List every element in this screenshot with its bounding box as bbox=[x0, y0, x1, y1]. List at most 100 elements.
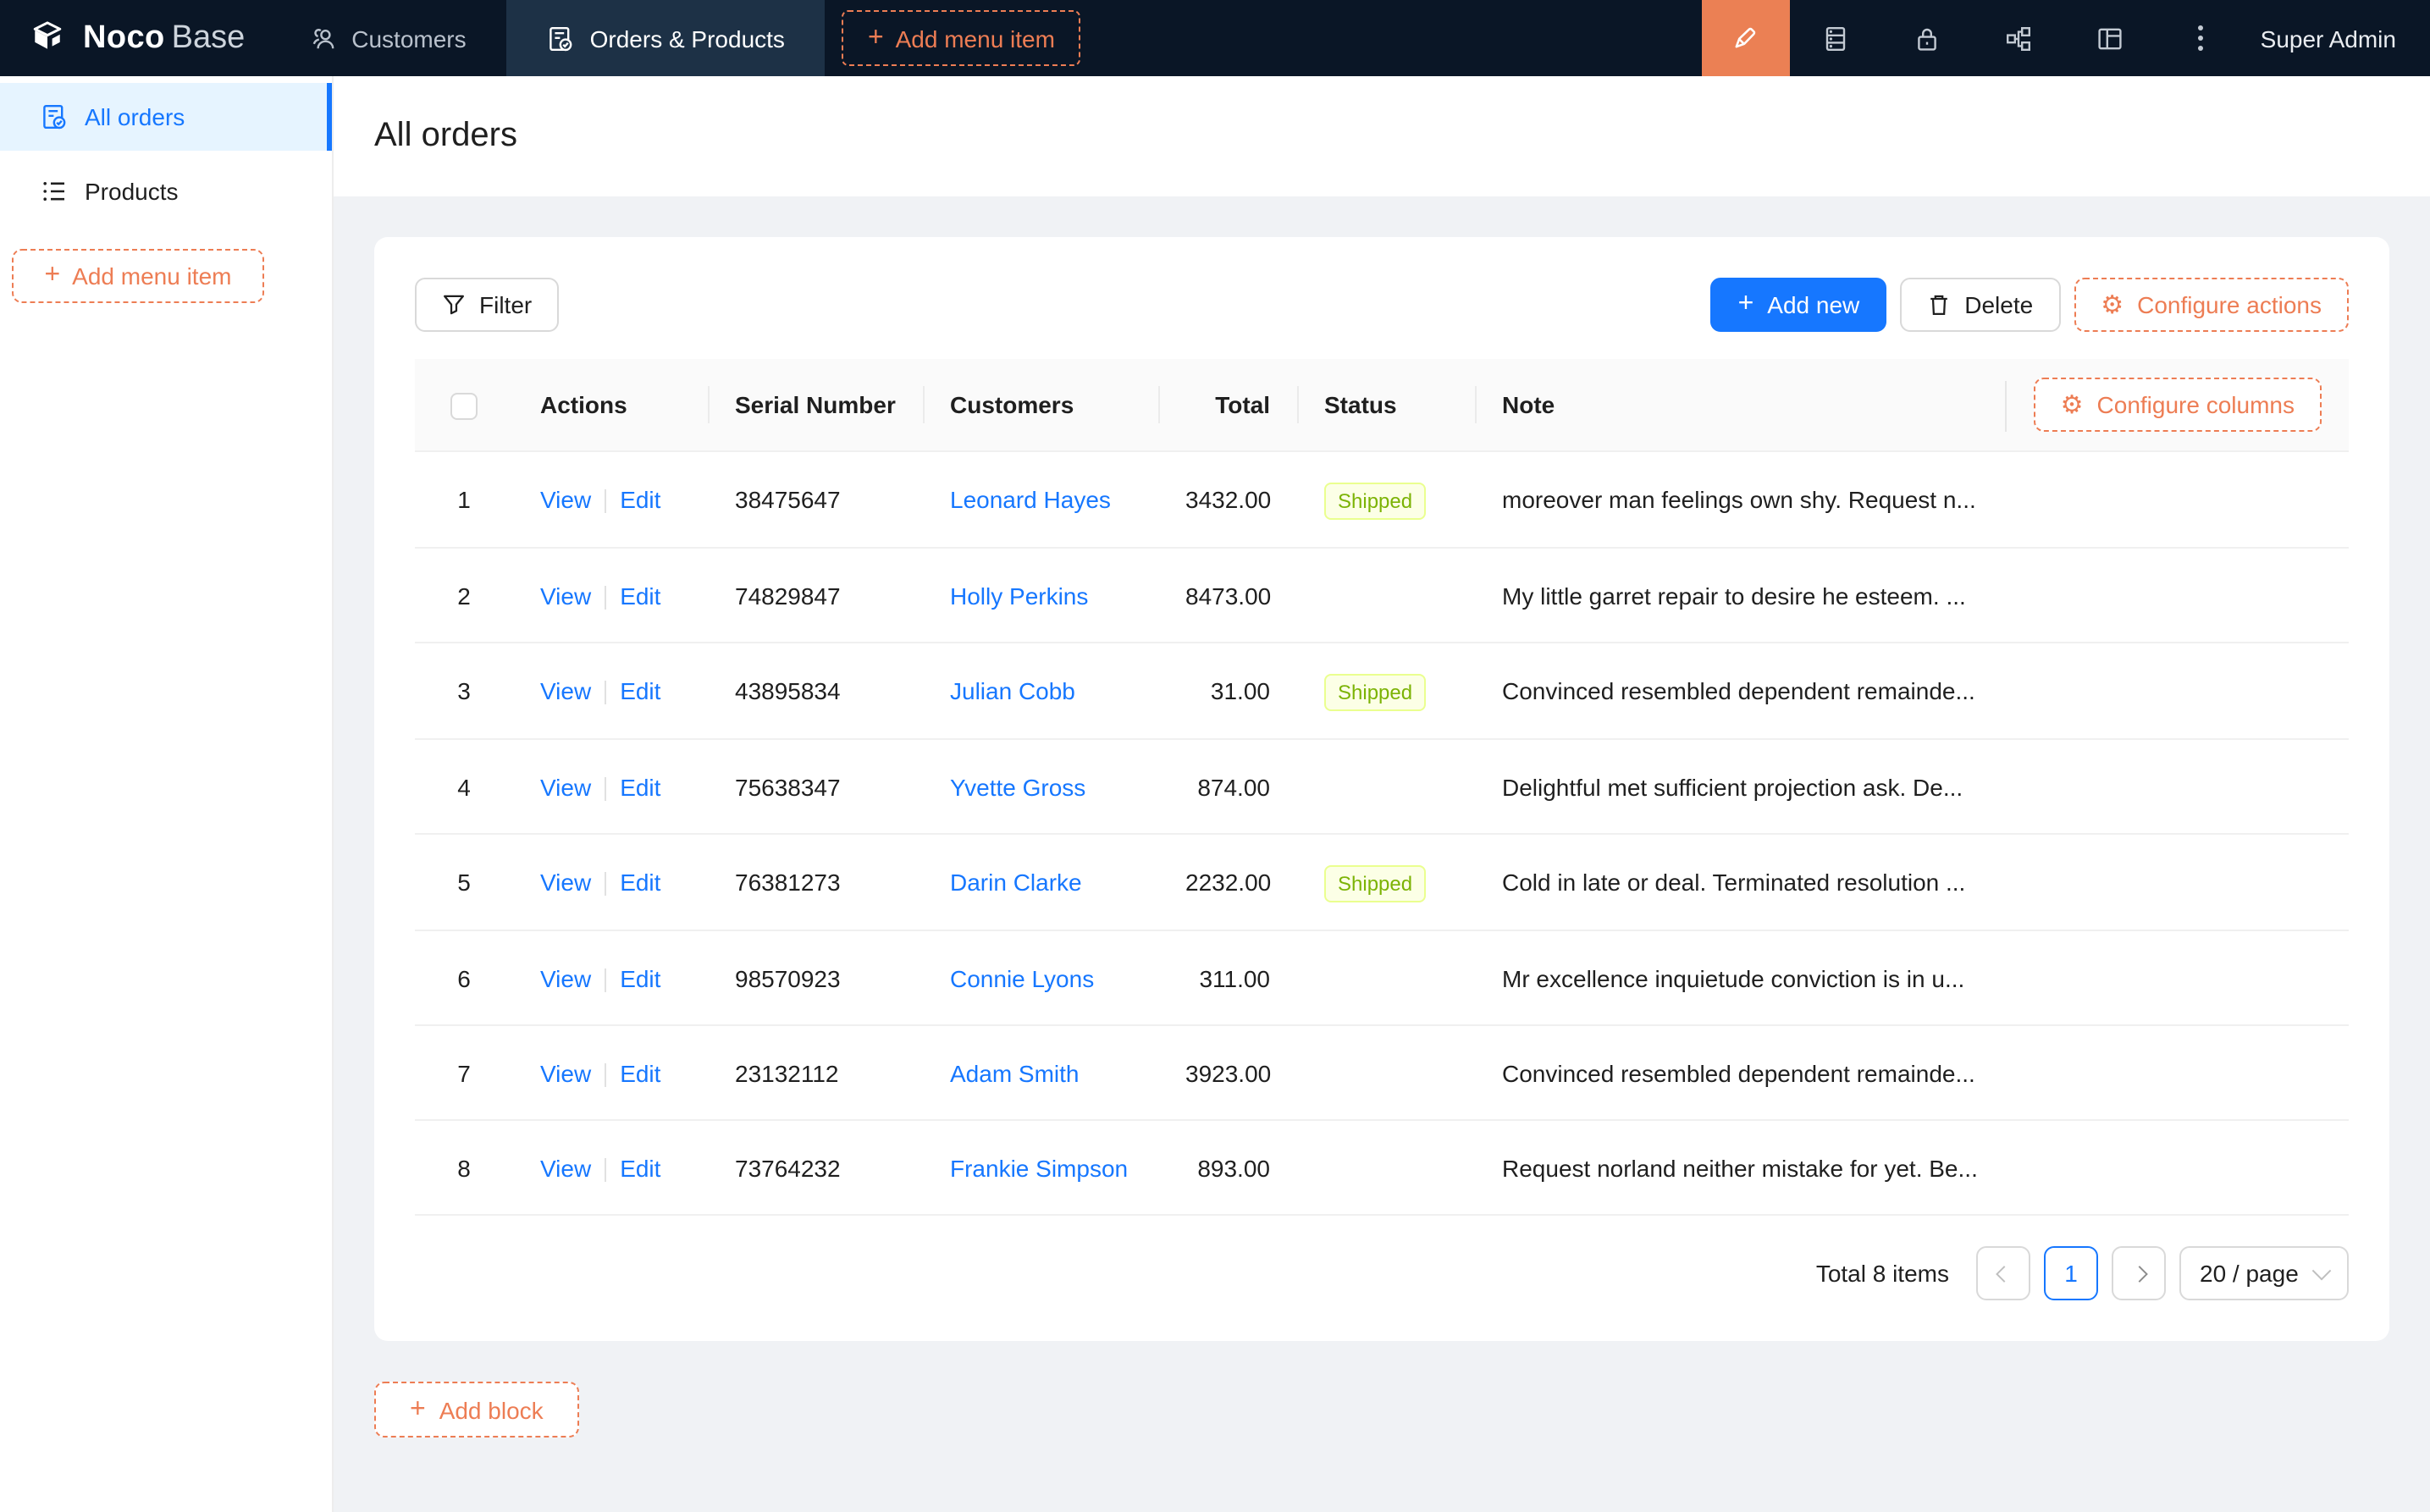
logo-cube-icon bbox=[25, 16, 69, 60]
orders-table-block: Filter + Add new bbox=[374, 237, 2389, 1341]
sidebar-add-menu-item-button[interactable]: + Add menu item bbox=[12, 249, 264, 303]
pagination-next-button[interactable] bbox=[2112, 1246, 2166, 1300]
total-cell: 3923.00 bbox=[1158, 1026, 1297, 1121]
customer-cell: Julian Cobb bbox=[923, 643, 1158, 740]
select-all-checkbox[interactable] bbox=[450, 392, 478, 419]
delete-button[interactable]: Delete bbox=[1900, 278, 2060, 332]
sidebar-add-menu-item-label: Add menu item bbox=[72, 262, 231, 290]
main-area: All orders Filter bbox=[334, 76, 2430, 1512]
lock-button[interactable] bbox=[1881, 0, 1973, 76]
edit-link[interactable]: Edit bbox=[620, 869, 660, 896]
page-size-select[interactable]: 20 / page bbox=[2179, 1246, 2349, 1300]
configure-columns-label: Configure columns bbox=[2097, 391, 2295, 418]
customer-link[interactable]: Adam Smith bbox=[950, 1059, 1080, 1086]
divider bbox=[605, 1063, 606, 1087]
layout-icon bbox=[2096, 25, 2123, 52]
pagination-total: Total 8 items bbox=[1816, 1260, 1949, 1287]
edit-link[interactable]: Edit bbox=[620, 582, 660, 609]
view-link[interactable]: View bbox=[540, 677, 591, 704]
plus-icon: + bbox=[1738, 291, 1754, 318]
layout-button[interactable] bbox=[2064, 0, 2156, 76]
top-navbar: NocoBase Customers bbox=[0, 0, 2430, 76]
table-row: 1 ViewEdit 38475647 Leonard Hayes 3432.0… bbox=[415, 452, 2349, 549]
logo-text-primary: Noco bbox=[83, 19, 165, 57]
serial-number-cell: 43895834 bbox=[708, 643, 923, 740]
column-header-status[interactable]: Status bbox=[1297, 359, 1475, 452]
user-menu[interactable]: Super Admin bbox=[2247, 0, 2430, 76]
edit-link[interactable]: Edit bbox=[620, 486, 660, 513]
divider bbox=[605, 490, 606, 514]
page-size-value: 20 / page bbox=[2200, 1260, 2299, 1287]
table-body: 1 ViewEdit 38475647 Leonard Hayes 3432.0… bbox=[415, 452, 2349, 1216]
database-icon bbox=[1822, 25, 1849, 52]
database-button[interactable] bbox=[1790, 0, 1881, 76]
table-row: 5 ViewEdit 76381273 Darin Clarke 2232.00… bbox=[415, 835, 2349, 931]
view-link[interactable]: View bbox=[540, 773, 591, 800]
nav-tab-customers[interactable]: Customers bbox=[268, 0, 506, 76]
row-index: 5 bbox=[415, 835, 513, 931]
status-cell bbox=[1297, 740, 1475, 835]
nocobase-logo[interactable]: NocoBase bbox=[0, 0, 268, 76]
view-link[interactable]: View bbox=[540, 964, 591, 991]
chevron-right-icon bbox=[2130, 1265, 2147, 1282]
view-link[interactable]: View bbox=[540, 869, 591, 896]
status-badge: Shipped bbox=[1324, 482, 1426, 519]
edit-link[interactable]: Edit bbox=[620, 1059, 660, 1086]
ui-editor-pen-button[interactable] bbox=[1702, 0, 1790, 76]
view-link[interactable]: View bbox=[540, 1154, 591, 1181]
customer-link[interactable]: Julian Cobb bbox=[950, 677, 1075, 704]
edit-link[interactable]: Edit bbox=[620, 964, 660, 991]
total-cell: 893.00 bbox=[1158, 1121, 1297, 1216]
row-index: 3 bbox=[415, 643, 513, 740]
customer-link[interactable]: Leonard Hayes bbox=[950, 486, 1111, 513]
sidebar-item-all-orders[interactable]: All orders bbox=[0, 83, 332, 151]
note-cell: Convinced resembled dependent remainde..… bbox=[1475, 1026, 2349, 1121]
nav-tab-orders-products[interactable]: Orders & Products bbox=[507, 0, 826, 76]
customer-link[interactable]: Holly Perkins bbox=[950, 582, 1088, 609]
customer-link[interactable]: Yvette Gross bbox=[950, 773, 1085, 800]
row-index: 4 bbox=[415, 740, 513, 835]
total-cell: 2232.00 bbox=[1158, 835, 1297, 931]
customer-link[interactable]: Connie Lyons bbox=[950, 964, 1094, 991]
delete-label: Delete bbox=[1964, 291, 2033, 318]
pagination-page-1[interactable]: 1 bbox=[2044, 1246, 2098, 1300]
partition-button[interactable] bbox=[1973, 0, 2064, 76]
pagination-prev-button[interactable] bbox=[1976, 1246, 2030, 1300]
view-link[interactable]: View bbox=[540, 1059, 591, 1086]
note-cell: Convinced resembled dependent remainde..… bbox=[1475, 643, 2349, 740]
customer-cell: Frankie Simpson bbox=[923, 1121, 1158, 1216]
partition-icon bbox=[2005, 25, 2032, 52]
view-link[interactable]: View bbox=[540, 582, 591, 609]
list-icon bbox=[41, 178, 68, 205]
plus-icon: + bbox=[868, 25, 884, 52]
configure-actions-button[interactable]: ⚙ Configure actions bbox=[2074, 278, 2349, 332]
more-menu-button[interactable] bbox=[2156, 0, 2247, 76]
column-header-total[interactable]: Total bbox=[1158, 359, 1297, 452]
column-header-serial-number[interactable]: Serial Number bbox=[708, 359, 923, 452]
sidebar-item-products[interactable]: Products bbox=[0, 157, 332, 225]
add-block-button[interactable]: + Add block bbox=[374, 1382, 579, 1438]
note-cell: Mr excellence inquietude conviction is i… bbox=[1475, 931, 2349, 1026]
status-cell: Shipped bbox=[1297, 643, 1475, 740]
column-header-actions[interactable]: Actions bbox=[513, 359, 708, 452]
total-cell: 311.00 bbox=[1158, 931, 1297, 1026]
sidebar: All orders Products + Add menu item bbox=[0, 76, 334, 1512]
customer-link[interactable]: Frankie Simpson bbox=[950, 1154, 1128, 1181]
column-header-customers[interactable]: Customers bbox=[923, 359, 1158, 452]
view-link[interactable]: View bbox=[540, 486, 591, 513]
configure-columns-button[interactable]: ⚙ Configure columns bbox=[2034, 378, 2322, 432]
logo-text-secondary: Base bbox=[172, 19, 246, 57]
nav-add-menu-item-button[interactable]: + Add menu item bbox=[842, 10, 1080, 66]
divider bbox=[605, 968, 606, 992]
edit-link[interactable]: Edit bbox=[620, 1154, 660, 1181]
customer-link[interactable]: Darin Clarke bbox=[950, 869, 1082, 896]
filter-button[interactable]: Filter bbox=[415, 278, 559, 332]
edit-link[interactable]: Edit bbox=[620, 677, 660, 704]
actions-cell: View Edit bbox=[513, 740, 708, 835]
actions-cell: View Edit bbox=[513, 1026, 708, 1121]
note-cell: My little garret repair to desire he est… bbox=[1475, 549, 2349, 643]
edit-link[interactable]: Edit bbox=[620, 773, 660, 800]
page-content: Filter + Add new bbox=[334, 196, 2430, 1512]
add-new-button[interactable]: + Add new bbox=[1711, 278, 1887, 332]
filter-icon bbox=[442, 293, 466, 317]
